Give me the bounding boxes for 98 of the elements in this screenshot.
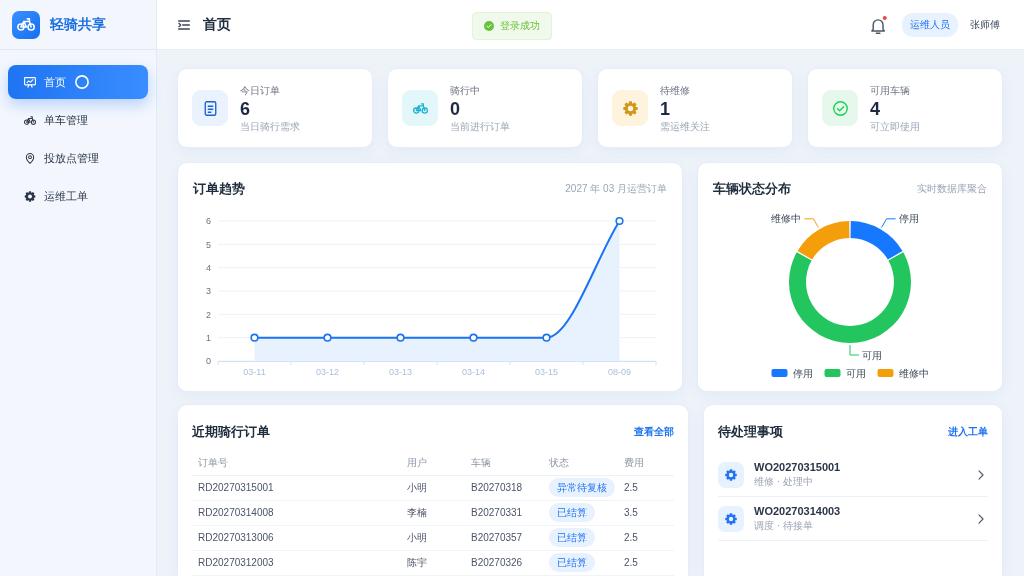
table-cell: RD20270315001 — [192, 475, 401, 500]
column-header: 订单号 — [192, 451, 401, 475]
legend-label: 可用 — [845, 367, 866, 379]
role-badge: 运维人员 — [902, 12, 958, 37]
status-tag: 已结算 — [549, 553, 595, 572]
slice-label: 维修中 — [771, 213, 802, 225]
stat-value: 1 — [660, 97, 671, 120]
table-cell: RD20270312003 — [192, 550, 401, 575]
menu-icon[interactable] — [178, 19, 190, 30]
axis-tick-label: 03-14 — [462, 367, 485, 377]
gear-icon — [24, 190, 36, 202]
stat-note: 需运维关注 — [660, 119, 710, 133]
data-point — [615, 216, 624, 226]
legend-label: 维修中 — [898, 367, 929, 379]
logo-icon — [12, 10, 40, 39]
presentation-board-icon — [24, 76, 36, 88]
table-cell: 小明 — [401, 525, 465, 550]
axis-tick-label: 2 — [206, 309, 211, 320]
table-cell: B20270331 — [465, 500, 543, 525]
card-link[interactable]: 进入工单 — [948, 425, 988, 439]
table-cell: 2.5 — [618, 550, 674, 575]
app-name: 轻骑共享 — [50, 15, 106, 34]
table-cell: 2.5 — [618, 525, 674, 550]
card-subtitle: 2027 年 03 月运营订单 — [565, 182, 667, 196]
axis-tick-label: 0 — [206, 356, 211, 367]
stat-label: 今日订单 — [240, 83, 281, 98]
stat-label: 可用车辆 — [870, 83, 911, 98]
column-header: 用户 — [401, 451, 465, 475]
table-cell: 2.5 — [618, 475, 674, 500]
status-tag: 已结算 — [549, 528, 595, 547]
leader-line — [881, 218, 897, 228]
stat-note: 当前进行订单 — [450, 119, 510, 133]
bicycle-icon — [24, 114, 36, 126]
card-subtitle: 实时数据库聚合 — [917, 182, 987, 196]
column-header: 车辆 — [465, 451, 543, 475]
status-tag: 已结算 — [549, 503, 595, 522]
user-name[interactable]: 张师傅 — [970, 17, 1000, 32]
table-cell: 李楠 — [401, 500, 465, 525]
status-tag: 异常待复核 — [549, 478, 615, 497]
table-cell: 小明 — [401, 475, 465, 500]
bell-icon[interactable] — [871, 15, 887, 34]
table-cell: 3.5 — [618, 500, 674, 525]
leader-line — [849, 344, 860, 356]
data-point — [323, 333, 332, 342]
stat-value: 6 — [240, 97, 251, 120]
table-cell: RD20270313006 — [192, 525, 401, 550]
data-point — [396, 333, 405, 342]
legend-label: 停用 — [792, 367, 813, 379]
axis-tick-label: 4 — [206, 262, 211, 273]
chevron-right-icon[interactable] — [978, 469, 984, 480]
gear-icon — [718, 505, 744, 532]
leader-line — [803, 218, 819, 228]
axis-tick-label: 03-13 — [389, 367, 412, 377]
nav-item[interactable]: 首页 — [8, 65, 148, 99]
column-header: 费用 — [618, 451, 674, 475]
task-code: WO20270314003 — [754, 504, 842, 517]
toast-message: 登录成功 — [500, 19, 540, 33]
stat-value: 4 — [870, 97, 881, 120]
card-link[interactable]: 查看全部 — [634, 425, 674, 439]
card-title: 近期骑行订单 — [192, 423, 270, 441]
card-title: 车辆状态分布 — [713, 180, 791, 198]
nav-item[interactable]: 投放点管理 — [8, 141, 148, 175]
slice-label: 可用 — [862, 349, 882, 361]
map-pin-icon — [24, 152, 36, 164]
table-cell: 陈宇 — [401, 550, 465, 575]
axis-tick-label: 1 — [206, 332, 211, 343]
gear-icon — [718, 461, 744, 488]
task-code: WO20270315001 — [754, 460, 842, 473]
chevron-right-icon[interactable] — [978, 513, 984, 524]
table-cell: B20270357 — [465, 525, 543, 550]
axis-tick-label: 5 — [206, 239, 211, 250]
stat-label: 骑行中 — [450, 83, 481, 98]
stat-note: 可立即使用 — [870, 119, 920, 133]
task-detail: 调度 · 待接单 — [754, 518, 814, 533]
table-cell: B20270326 — [465, 550, 543, 575]
stat-value: 0 — [450, 97, 461, 120]
stat-note: 当日骑行需求 — [240, 119, 300, 133]
nav-item[interactable]: 运维工单 — [8, 179, 148, 213]
data-point — [250, 333, 259, 342]
task-detail: 维修 · 处理中 — [754, 474, 814, 489]
data-point — [469, 333, 478, 342]
table-cell: RD20270314008 — [192, 500, 401, 525]
check-circle-icon — [484, 21, 494, 31]
axis-tick-label: 03-12 — [316, 367, 339, 377]
nav-item[interactable]: 单车管理 — [8, 103, 148, 137]
axis-tick-label: 03-15 — [535, 367, 558, 377]
axis-tick-label: 03-11 — [243, 367, 266, 377]
data-point — [542, 333, 551, 342]
axis-tick-label: 6 — [206, 216, 211, 227]
column-header: 状态 — [543, 451, 618, 475]
axis-tick-label: 08-09 — [608, 367, 631, 377]
card-title: 订单趋势 — [193, 180, 245, 198]
page-title: 首页 — [203, 15, 231, 34]
axis-tick-label: 3 — [206, 286, 211, 297]
slice-label: 停用 — [898, 213, 919, 225]
card-title: 待处理事项 — [718, 423, 783, 441]
stat-label: 待维修 — [660, 83, 691, 98]
table-cell: B20270318 — [465, 475, 543, 500]
